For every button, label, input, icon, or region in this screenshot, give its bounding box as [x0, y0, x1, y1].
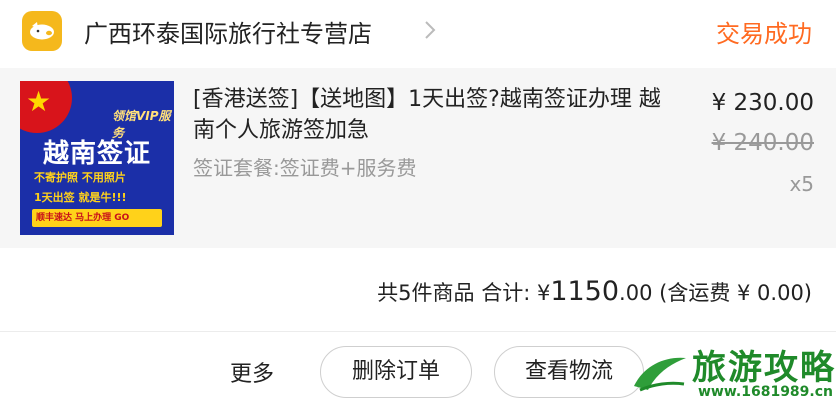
leaf-swoosh-icon	[634, 357, 686, 392]
shipping-fee: (含运费 ¥ 0.00)	[659, 281, 812, 305]
watermark-text: 旅游攻略	[692, 348, 836, 388]
thumb-line-1: 不寄护照 不用照片	[34, 171, 126, 184]
thumb-line-2: 1天出签 就是牛!!!	[34, 191, 127, 204]
thumb-cta: 顺丰速达 马上办理 GO	[32, 209, 162, 227]
product-row[interactable]: ★ 领馆VIP服务 越南签证 不寄护照 不用照片 1天出签 就是牛!!! 顺丰速…	[0, 68, 836, 248]
chevron-right-icon[interactable]	[424, 20, 436, 40]
order-summary: 共5件商品 合计: ¥1150.00 (含运费 ¥ 0.00)	[0, 248, 836, 332]
delete-order-button[interactable]: 删除订单	[320, 346, 472, 398]
product-spec: 签证套餐:签证费+服务费	[193, 156, 417, 180]
total-line: 共5件商品 合计: ¥1150.00 (含运费 ¥ 0.00)	[377, 276, 812, 307]
watermark-url: www.1681989.cn	[698, 384, 833, 400]
star-icon: ★	[26, 85, 52, 118]
store-header[interactable]: 广西环泰国际旅行社专营店 交易成功	[0, 0, 836, 68]
more-button[interactable]: 更多	[230, 356, 274, 388]
watermark: 旅游攻略 www.1681989.cn	[630, 338, 836, 409]
total-major: 1150	[550, 276, 620, 307]
quantity: x5	[789, 172, 814, 196]
price-current: ¥ 230.00	[711, 90, 814, 116]
view-logistics-button[interactable]: 查看物流	[494, 346, 644, 398]
price-original: ¥ 240.00	[711, 130, 814, 156]
store-name[interactable]: 广西环泰国际旅行社专营店	[84, 14, 372, 49]
product-title[interactable]: [香港送签]【送地图】1天出签?越南签证办理 越南个人旅游签加急	[193, 84, 673, 146]
store-logo	[22, 11, 62, 51]
thumb-title: 越南签证	[42, 139, 151, 169]
product-thumbnail[interactable]: ★ 领馆VIP服务 越南签证 不寄护照 不用照片 1天出签 就是牛!!! 顺丰速…	[20, 81, 174, 235]
count-label: 共5件商品 合计: ¥	[377, 281, 551, 305]
order-status: 交易成功	[716, 20, 812, 48]
total-minor: .00	[619, 281, 653, 305]
pig-icon	[30, 22, 54, 40]
